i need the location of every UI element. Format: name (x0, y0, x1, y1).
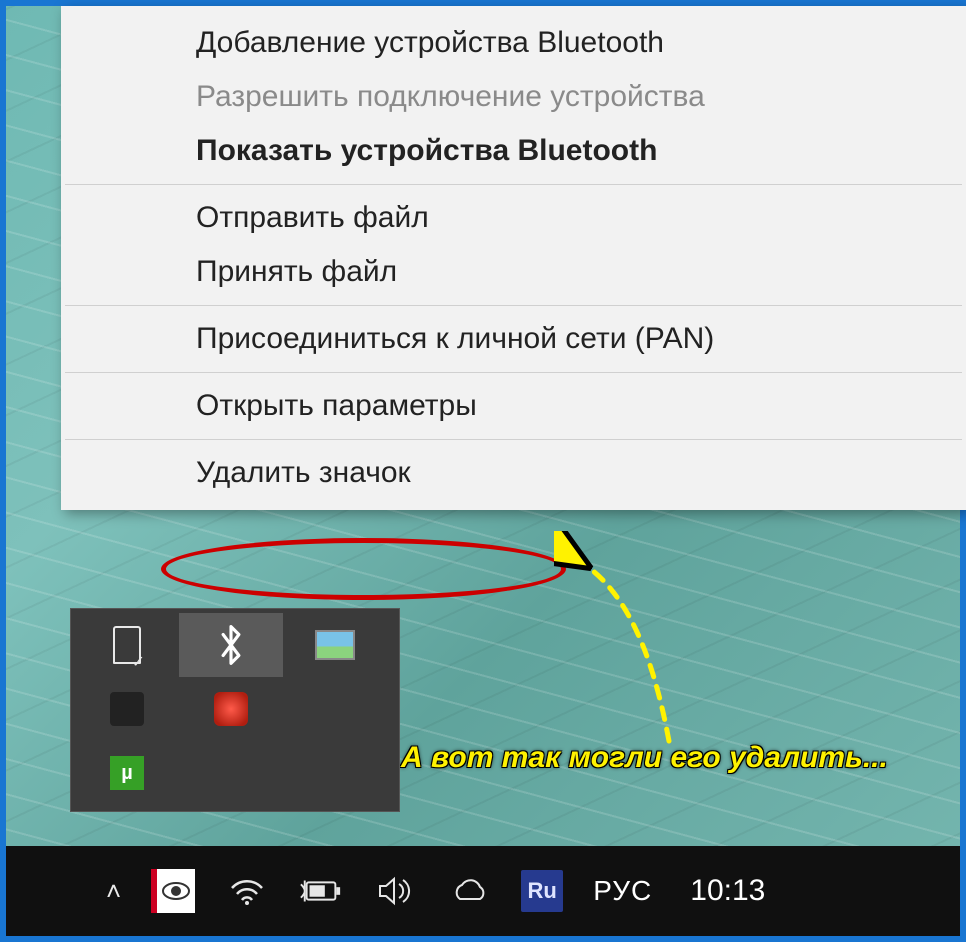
menu-separator (65, 184, 962, 185)
ru-app-icon[interactable]: Ru (521, 870, 563, 912)
annotation-text: А вот так могли его удалить... (401, 741, 888, 775)
bluetooth-context-menu: Добавление устройства Bluetooth Разрешит… (61, 6, 966, 510)
volume-icon[interactable] (373, 869, 417, 913)
menu-item-send-file[interactable]: Отправить файл (61, 191, 966, 245)
highlight-ellipse (161, 538, 566, 600)
app-icon-2[interactable] (283, 677, 387, 741)
bluetooth-icon[interactable] (179, 613, 283, 677)
menu-separator (65, 305, 962, 306)
taskbar: ˄ Ru РУС 10:13 (6, 846, 960, 936)
app-taskbar-icon[interactable] (151, 869, 195, 913)
tray-chevron-icon[interactable]: ˄ (106, 876, 121, 907)
menu-item-allow-connection: Разрешить подключение устройства (61, 70, 966, 124)
menu-separator (65, 372, 962, 373)
screenshot-frame: Добавление устройства Bluetooth Разрешит… (0, 0, 966, 942)
pictures-icon[interactable] (283, 613, 387, 677)
menu-item-open-settings[interactable]: Открыть параметры (61, 379, 966, 433)
menu-item-show-devices[interactable]: Показать устройства Bluetooth (61, 124, 966, 178)
wifi-icon[interactable] (225, 869, 269, 913)
menu-item-join-pan[interactable]: Присоединиться к личной сети (PAN) (61, 312, 966, 366)
taskbar-clock[interactable]: 10:13 (690, 874, 765, 908)
recorder-icon[interactable] (179, 677, 283, 741)
battery-icon[interactable] (299, 869, 343, 913)
menu-item-remove-icon[interactable]: Удалить значок (61, 446, 966, 500)
onedrive-icon[interactable] (447, 869, 491, 913)
app-icon-1[interactable] (75, 677, 179, 741)
menu-item-add-device[interactable]: Добавление устройства Bluetooth (61, 16, 966, 70)
menu-item-receive-file[interactable]: Принять файл (61, 245, 966, 299)
tray-overflow-popup: µ (70, 608, 400, 812)
usb-eject-icon[interactable] (75, 613, 179, 677)
utorrent-icon[interactable]: µ (75, 741, 179, 805)
language-indicator[interactable]: РУС (593, 875, 652, 907)
menu-separator (65, 439, 962, 440)
